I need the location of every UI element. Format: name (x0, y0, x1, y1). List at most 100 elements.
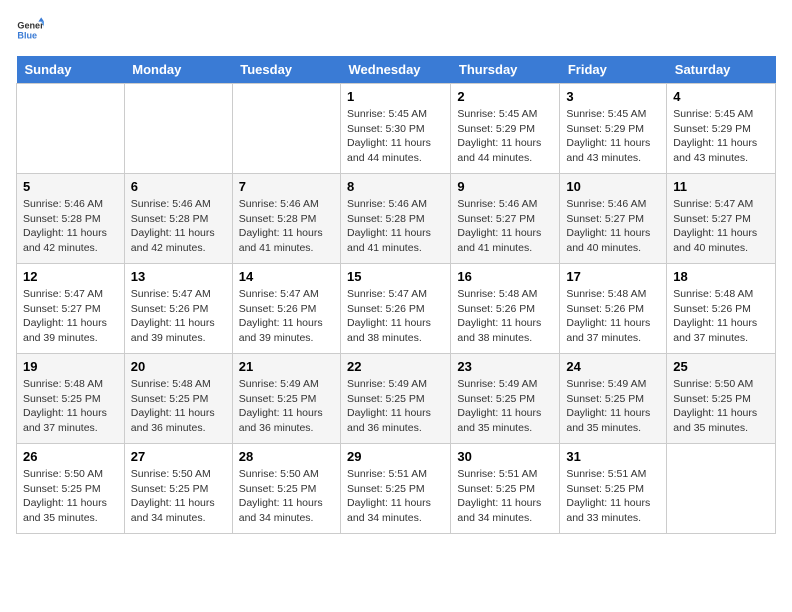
calendar-cell: 15Sunrise: 5:47 AMSunset: 5:26 PMDayligh… (341, 264, 451, 354)
calendar-cell: 29 Sunrise: 5:51 AMSunset: 5:25 PMDayligh… (341, 444, 451, 534)
cell-info: Sunrise: 5:51 AMSunset: 5:25 PMDaylight:… (347, 467, 444, 526)
cell-info: Sunrise: 5:50 AMSunset: 5:25 PMDaylight:… (131, 467, 226, 526)
calendar-cell: 28 Sunrise: 5:50 AMSunset: 5:25 PMDayligh… (232, 444, 340, 534)
day-number: 28 (239, 449, 334, 464)
calendar-cell: 13 Sunrise: 5:47 AMSunset: 5:26 PMDayligh… (124, 264, 232, 354)
week-row-1: 1Sunrise: 5:45 AMSunset: 5:30 PMDaylight… (17, 84, 776, 174)
day-number: 29 (347, 449, 444, 464)
cell-info: Sunrise: 5:47 AMSunset: 5:26 PMDaylight:… (131, 287, 226, 346)
day-number: 21 (239, 359, 334, 374)
cell-info: Sunrise: 5:47 AMSunset: 5:26 PMDaylight:… (347, 287, 444, 346)
calendar-cell (124, 84, 232, 174)
calendar-cell: 2 Sunrise: 5:45 AMSunset: 5:29 PMDaylight… (451, 84, 560, 174)
cell-info: Sunrise: 5:50 AMSunset: 5:25 PMDaylight:… (673, 377, 769, 436)
logo: General Blue (16, 16, 44, 44)
day-number: 11 (673, 179, 769, 194)
day-number: 20 (131, 359, 226, 374)
cell-info: Sunrise: 5:46 AMSunset: 5:27 PMDaylight:… (566, 197, 660, 256)
calendar-cell: 27 Sunrise: 5:50 AMSunset: 5:25 PMDayligh… (124, 444, 232, 534)
cell-info: Sunrise: 5:51 AMSunset: 5:25 PMDaylight:… (457, 467, 553, 526)
calendar-cell: 26 Sunrise: 5:50 AMSunset: 5:25 PMDayligh… (17, 444, 125, 534)
calendar-cell: 6 Sunrise: 5:46 AMSunset: 5:28 PMDaylight… (124, 174, 232, 264)
day-number: 24 (566, 359, 660, 374)
logo-icon: General Blue (16, 16, 44, 44)
week-row-2: 5 Sunrise: 5:46 AMSunset: 5:28 PMDaylight… (17, 174, 776, 264)
calendar-cell: 9 Sunrise: 5:46 AMSunset: 5:27 PMDaylight… (451, 174, 560, 264)
cell-info: Sunrise: 5:51 AMSunset: 5:25 PMDaylight:… (566, 467, 660, 526)
cell-info: Sunrise: 5:48 AMSunset: 5:26 PMDaylight:… (673, 287, 769, 346)
calendar-cell: 22 Sunrise: 5:49 AMSunset: 5:25 PMDayligh… (341, 354, 451, 444)
calendar-cell: 3Sunrise: 5:45 AMSunset: 5:29 PMDaylight… (560, 84, 667, 174)
col-header-saturday: Saturday (667, 56, 776, 84)
day-number: 13 (131, 269, 226, 284)
day-number: 6 (131, 179, 226, 194)
cell-info: Sunrise: 5:49 AMSunset: 5:25 PMDaylight:… (239, 377, 334, 436)
calendar-cell (667, 444, 776, 534)
cell-info: Sunrise: 5:45 AMSunset: 5:29 PMDaylight:… (566, 107, 660, 166)
cell-info: Sunrise: 5:47 AMSunset: 5:27 PMDaylight:… (673, 197, 769, 256)
svg-text:General: General (17, 21, 44, 31)
page-header: General Blue (16, 16, 776, 44)
day-number: 1 (347, 89, 444, 104)
calendar-cell (17, 84, 125, 174)
cell-info: Sunrise: 5:48 AMSunset: 5:25 PMDaylight:… (23, 377, 118, 436)
calendar-cell: 10 Sunrise: 5:46 AMSunset: 5:27 PMDayligh… (560, 174, 667, 264)
col-header-friday: Friday (560, 56, 667, 84)
week-row-5: 26 Sunrise: 5:50 AMSunset: 5:25 PMDayligh… (17, 444, 776, 534)
calendar-cell: 30 Sunrise: 5:51 AMSunset: 5:25 PMDayligh… (451, 444, 560, 534)
day-number: 7 (239, 179, 334, 194)
day-number: 19 (23, 359, 118, 374)
day-number: 16 (457, 269, 553, 284)
calendar-cell: 31Sunrise: 5:51 AMSunset: 5:25 PMDayligh… (560, 444, 667, 534)
calendar-cell: 25 Sunrise: 5:50 AMSunset: 5:25 PMDayligh… (667, 354, 776, 444)
day-number: 2 (457, 89, 553, 104)
calendar-cell: 8Sunrise: 5:46 AMSunset: 5:28 PMDaylight… (341, 174, 451, 264)
cell-info: Sunrise: 5:50 AMSunset: 5:25 PMDaylight:… (239, 467, 334, 526)
cell-info: Sunrise: 5:46 AMSunset: 5:27 PMDaylight:… (457, 197, 553, 256)
day-number: 4 (673, 89, 769, 104)
day-number: 22 (347, 359, 444, 374)
day-number: 5 (23, 179, 118, 194)
calendar-table: SundayMondayTuesdayWednesdayThursdayFrid… (16, 56, 776, 534)
calendar-cell: 7 Sunrise: 5:46 AMSunset: 5:28 PMDaylight… (232, 174, 340, 264)
day-headers-row: SundayMondayTuesdayWednesdayThursdayFrid… (17, 56, 776, 84)
calendar-cell: 19 Sunrise: 5:48 AMSunset: 5:25 PMDayligh… (17, 354, 125, 444)
cell-info: Sunrise: 5:50 AMSunset: 5:25 PMDaylight:… (23, 467, 118, 526)
day-number: 30 (457, 449, 553, 464)
day-number: 14 (239, 269, 334, 284)
cell-info: Sunrise: 5:46 AMSunset: 5:28 PMDaylight:… (131, 197, 226, 256)
cell-info: Sunrise: 5:45 AMSunset: 5:29 PMDaylight:… (673, 107, 769, 166)
day-number: 27 (131, 449, 226, 464)
col-header-wednesday: Wednesday (341, 56, 451, 84)
cell-info: Sunrise: 5:45 AMSunset: 5:29 PMDaylight:… (457, 107, 553, 166)
svg-text:Blue: Blue (17, 30, 37, 40)
cell-info: Sunrise: 5:47 AMSunset: 5:26 PMDaylight:… (239, 287, 334, 346)
calendar-cell: 12Sunrise: 5:47 AMSunset: 5:27 PMDayligh… (17, 264, 125, 354)
calendar-cell: 16 Sunrise: 5:48 AMSunset: 5:26 PMDayligh… (451, 264, 560, 354)
calendar-cell: 11 Sunrise: 5:47 AMSunset: 5:27 PMDayligh… (667, 174, 776, 264)
col-header-tuesday: Tuesday (232, 56, 340, 84)
week-row-3: 12Sunrise: 5:47 AMSunset: 5:27 PMDayligh… (17, 264, 776, 354)
cell-info: Sunrise: 5:48 AMSunset: 5:26 PMDaylight:… (566, 287, 660, 346)
cell-info: Sunrise: 5:46 AMSunset: 5:28 PMDaylight:… (239, 197, 334, 256)
calendar-cell: 4 Sunrise: 5:45 AMSunset: 5:29 PMDaylight… (667, 84, 776, 174)
cell-info: Sunrise: 5:48 AMSunset: 5:25 PMDaylight:… (131, 377, 226, 436)
day-number: 25 (673, 359, 769, 374)
cell-info: Sunrise: 5:49 AMSunset: 5:25 PMDaylight:… (347, 377, 444, 436)
calendar-cell: 24Sunrise: 5:49 AMSunset: 5:25 PMDayligh… (560, 354, 667, 444)
day-number: 26 (23, 449, 118, 464)
calendar-cell: 23Sunrise: 5:49 AMSunset: 5:25 PMDayligh… (451, 354, 560, 444)
calendar-cell: 20 Sunrise: 5:48 AMSunset: 5:25 PMDayligh… (124, 354, 232, 444)
day-number: 17 (566, 269, 660, 284)
calendar-cell (232, 84, 340, 174)
cell-info: Sunrise: 5:48 AMSunset: 5:26 PMDaylight:… (457, 287, 553, 346)
calendar-cell: 18 Sunrise: 5:48 AMSunset: 5:26 PMDayligh… (667, 264, 776, 354)
calendar-cell: 14 Sunrise: 5:47 AMSunset: 5:26 PMDayligh… (232, 264, 340, 354)
day-number: 18 (673, 269, 769, 284)
calendar-cell: 1Sunrise: 5:45 AMSunset: 5:30 PMDaylight… (341, 84, 451, 174)
day-number: 8 (347, 179, 444, 194)
day-number: 9 (457, 179, 553, 194)
week-row-4: 19 Sunrise: 5:48 AMSunset: 5:25 PMDayligh… (17, 354, 776, 444)
col-header-sunday: Sunday (17, 56, 125, 84)
day-number: 10 (566, 179, 660, 194)
